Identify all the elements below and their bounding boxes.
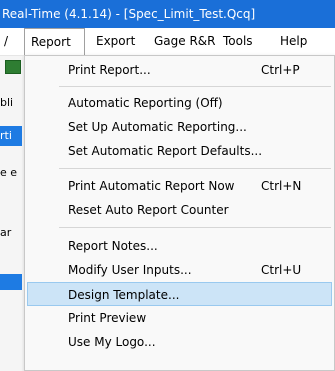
menu-item-use-my-logo[interactable]: Use My Logo... [27, 330, 332, 354]
left-toolbar-strip: bli rti e e ar [0, 56, 22, 371]
menu-separator [59, 168, 331, 169]
menu-item-design-template[interactable]: Design Template... [27, 282, 332, 306]
menu-item-label: Set Up Automatic Reporting... [68, 120, 247, 134]
menu-item-label: Print Automatic Report Now [68, 179, 235, 193]
left-strip-selected-fragment[interactable]: rti [0, 126, 22, 146]
menubar-item-help[interactable]: Help [274, 28, 313, 55]
menu-item-print-report[interactable]: Print Report... Ctrl+P [27, 58, 332, 82]
menu-item-automatic-reporting[interactable]: Automatic Reporting (Off) [27, 91, 332, 115]
menu-item-label: Reset Auto Report Counter [68, 203, 229, 217]
window-titlebar: Real-Time (4.1.14) - [Spec_Limit_Test.Qc… [0, 0, 335, 28]
report-dropdown-menu: Print Report... Ctrl+P Automatic Reporti… [24, 55, 335, 371]
menubar-item-report[interactable]: Report [24, 28, 85, 56]
toolbar-icon[interactable] [5, 60, 21, 74]
left-strip-fragment: bli [0, 96, 14, 109]
menu-separator [59, 227, 331, 228]
menu-item-shortcut: Ctrl+P [261, 63, 300, 77]
menu-item-print-preview[interactable]: Print Preview [27, 306, 332, 330]
menu-item-set-automatic-report-defaults[interactable]: Set Automatic Report Defaults... [27, 139, 332, 163]
left-strip-fragment: e e [0, 166, 18, 179]
menu-item-modify-user-inputs[interactable]: Modify User Inputs... Ctrl+U [27, 258, 332, 282]
menu-item-label: Print Preview [68, 311, 147, 325]
left-strip-fragment: ar [0, 226, 12, 239]
menu-item-set-up-automatic-reporting[interactable]: Set Up Automatic Reporting... [27, 115, 332, 139]
menubar-item-gage-rr[interactable]: Gage R&R [148, 28, 222, 55]
menu-item-label: Print Report... [68, 63, 151, 77]
menubar-item-export[interactable]: Export [90, 28, 141, 55]
menu-item-label: Design Template... [68, 288, 180, 302]
left-strip-selected-row[interactable] [0, 274, 22, 290]
menu-item-label: Set Automatic Report Defaults... [68, 144, 263, 158]
menu-item-report-notes[interactable]: Report Notes... [27, 234, 332, 258]
menu-item-print-automatic-report-now[interactable]: Print Automatic Report Now Ctrl+N [27, 174, 332, 198]
menu-item-label: Use My Logo... [68, 335, 156, 349]
menu-item-shortcut: Ctrl+N [261, 179, 302, 193]
menu-item-reset-auto-report-counter[interactable]: Reset Auto Report Counter [27, 198, 332, 222]
menubar-item-tools[interactable]: Tools [217, 28, 259, 55]
menu-item-label: Modify User Inputs... [68, 263, 192, 277]
menubar: / Report Export Gage R&R Tools Help [0, 28, 335, 56]
menu-separator [59, 86, 331, 87]
menu-item-shortcut: Ctrl+U [261, 263, 302, 277]
window-title: Real-Time (4.1.14) - [Spec_Limit_Test.Qc… [2, 7, 256, 21]
menu-item-label: Report Notes... [68, 239, 158, 253]
menu-item-label: Automatic Reporting (Off) [68, 96, 223, 110]
menubar-item-view[interactable]: / [0, 28, 14, 55]
